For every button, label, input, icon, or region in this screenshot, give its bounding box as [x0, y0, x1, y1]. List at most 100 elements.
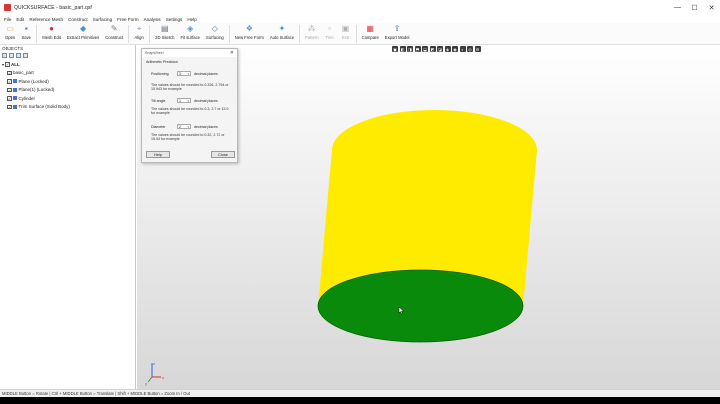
status-text: MIDDLE Button = Rotate | Ctrl + MIDDLE B… — [2, 391, 191, 396]
toolbar-pattern-button[interactable]: ⁂ Pattern — [302, 23, 322, 40]
status-bar: MIDDLE Button = Rotate | Ctrl + MIDDLE B… — [0, 389, 720, 397]
spinner-arrows-icon[interactable]: ▾ — [187, 125, 189, 130]
dialog-close-icon[interactable]: ✕ — [230, 50, 234, 56]
objects-panel: OBJECTS ▾ ✓ ALL ✓ basic_part ✓ Plane (Locke… — [0, 45, 136, 389]
menu-construct[interactable]: Construct — [68, 17, 88, 22]
spinner-arrows-icon[interactable]: ▾ — [187, 99, 189, 104]
toolbar-label: Extr — [341, 35, 350, 40]
toolbar-extr-button[interactable]: ▣ Extr — [338, 23, 354, 40]
toolbar-construct-button[interactable]: ✎ Construct — [102, 23, 126, 40]
tree-item[interactable]: ✓ Trim Surface (Solid Body) — [0, 103, 135, 112]
primitives-icon: ◆ — [79, 24, 87, 33]
menu-analysis[interactable]: Analysis — [144, 17, 161, 22]
export-icon: ⇪ — [393, 24, 401, 33]
toolbar-label: Mesh Edit — [42, 35, 61, 40]
menu-settings[interactable]: Settings — [166, 17, 183, 22]
maximize-icon[interactable]: ☐ — [686, 0, 703, 15]
positioning-label: Positioning — [151, 72, 169, 76]
visibility-checkbox[interactable]: ✓ — [7, 96, 12, 101]
precision-dialog: SnapWheel ✕ Arithmetic Precision Positio… — [141, 48, 238, 163]
cylinder-bottom-cap[interactable] — [317, 269, 524, 343]
diameter-note: The values should be rounded to 0.32, 2.… — [151, 133, 225, 142]
filter-icon[interactable] — [16, 53, 21, 58]
toolbar-label: Trim — [325, 35, 334, 40]
toolbar-export-model-button[interactable]: ⇪ Export Model — [382, 23, 413, 40]
tree-view-icon[interactable] — [9, 53, 14, 58]
collapse-icon[interactable] — [23, 53, 28, 58]
visibility-checkbox[interactable]: ✓ — [7, 70, 12, 75]
toolbar-separator — [36, 25, 38, 43]
toolbar-label: Save — [21, 35, 32, 40]
trim-icon: ▫ — [328, 24, 331, 33]
toolbar-extract-primitives-button[interactable]: ◆ Extract Primitives — [64, 23, 102, 40]
menu-free-form[interactable]: Free Form — [117, 17, 138, 22]
diameter-spinbox[interactable]: 2 ▾ — [177, 124, 191, 129]
close-icon[interactable]: ✕ — [703, 0, 720, 15]
object-color-icon — [13, 79, 17, 84]
toolbar-label: Extract Primitives — [66, 35, 100, 40]
toolbar-label: Compare — [361, 35, 379, 40]
toolbar-separator — [228, 25, 230, 43]
title-bar: QUICKSURFACE - basic_part.qsf — ☐ ✕ — [0, 0, 720, 15]
visibility-checkbox[interactable]: ✓ — [7, 87, 12, 92]
tree-item-label: Trim Surface (Solid Body) — [18, 104, 70, 110]
toolbar-auto-surface-button[interactable]: ✦ Auto Surface — [267, 23, 297, 40]
menu-edit[interactable]: Edit — [16, 17, 24, 22]
list-view-icon[interactable] — [2, 53, 7, 58]
tree-item[interactable]: ✓ basic_part — [0, 69, 135, 78]
toolbar-label: Export Model — [384, 35, 410, 40]
menu-file[interactable]: File — [4, 17, 11, 22]
toolbar-compare-button[interactable]: ▦ Compare — [359, 23, 382, 40]
tilt-angle-label: Tilt angle — [151, 99, 166, 103]
save-icon: ▪ — [24, 24, 28, 33]
toolbar-separator — [299, 25, 301, 43]
positioning-spinbox[interactable]: 3 ▾ — [177, 71, 191, 76]
svg-text:x: x — [162, 375, 164, 380]
menu-surfacing[interactable]: Surfacing — [93, 17, 112, 22]
menu-help[interactable]: Help — [187, 17, 196, 22]
diameter-unit: decimal places — [194, 125, 218, 129]
tree-item-label: Plane(1) (Locked) — [18, 87, 55, 93]
tilt-angle-spinbox[interactable]: 1 ▾ — [177, 98, 191, 103]
tree-item[interactable]: ✓ Plane (Locked) — [0, 77, 135, 86]
help-button[interactable]: Help — [146, 151, 170, 158]
toolbar-save-button[interactable]: ▪ Save — [18, 23, 34, 40]
align-icon: ⌖ — [136, 24, 142, 33]
spinner-arrows-icon[interactable]: ▾ — [187, 72, 189, 77]
construct-icon: ✎ — [110, 24, 118, 33]
mesh-edit-icon: ● — [49, 24, 54, 33]
main-toolbar: ▭ Open ▪ Save ● Mesh Edit ◆ Extract Primitives ✎… — [0, 23, 720, 45]
visibility-checkbox[interactable]: ✓ — [7, 79, 12, 84]
object-color-icon — [13, 96, 17, 101]
window-title: QUICKSURFACE - basic_part.qsf — [14, 4, 92, 11]
dialog-title: SnapWheel — [142, 49, 237, 57]
menu-reference-mesh[interactable]: Reference Mesh — [29, 17, 63, 22]
toolbar-open-button[interactable]: ▭ Open — [2, 23, 18, 40]
toolbar-fit-surface-button[interactable]: ◈ Fit surface — [177, 23, 203, 40]
toolbar-surfacing-button[interactable]: ◇ Surfacing — [203, 23, 227, 40]
fit-surface-icon: ◈ — [187, 24, 194, 33]
toolbar-new-free-form-button[interactable]: ❖ New Free Form — [232, 23, 267, 40]
tree-root[interactable]: ▾ ✓ ALL — [0, 60, 135, 69]
toolbar-trim-button[interactable]: ▫ Trim — [322, 23, 338, 40]
visibility-checkbox[interactable]: ✓ — [7, 104, 12, 109]
cylinder-top-edge — [332, 110, 537, 190]
extrude-icon: ▣ — [341, 24, 350, 33]
toolbar-label: New Free Form — [234, 35, 264, 40]
object-color-icon — [13, 87, 17, 92]
toolbar-2d-sketch-button[interactable]: ▤ 2D Sketch — [152, 23, 177, 40]
object-color-icon — [13, 104, 17, 109]
collapse-arrow-icon[interactable]: ▾ — [2, 62, 4, 67]
positioning-unit: decimal places — [194, 72, 218, 76]
tree-item[interactable]: ✓ Cylinder — [0, 94, 135, 103]
minimize-icon[interactable]: — — [669, 0, 686, 15]
section-heading: Arithmetic Precision — [146, 60, 178, 64]
bottom-border — [0, 397, 720, 404]
pattern-icon: ⁂ — [307, 24, 316, 33]
close-button[interactable]: Close — [211, 151, 235, 158]
tree-item[interactable]: ✓ Plane(1) (Locked) — [0, 86, 135, 95]
toolbar-align-button[interactable]: ⌖ Align — [131, 23, 147, 40]
diameter-value: 2 — [179, 125, 181, 129]
checkbox[interactable]: ✓ — [5, 62, 10, 67]
toolbar-mesh-edit-button[interactable]: ● Mesh Edit — [39, 23, 64, 40]
